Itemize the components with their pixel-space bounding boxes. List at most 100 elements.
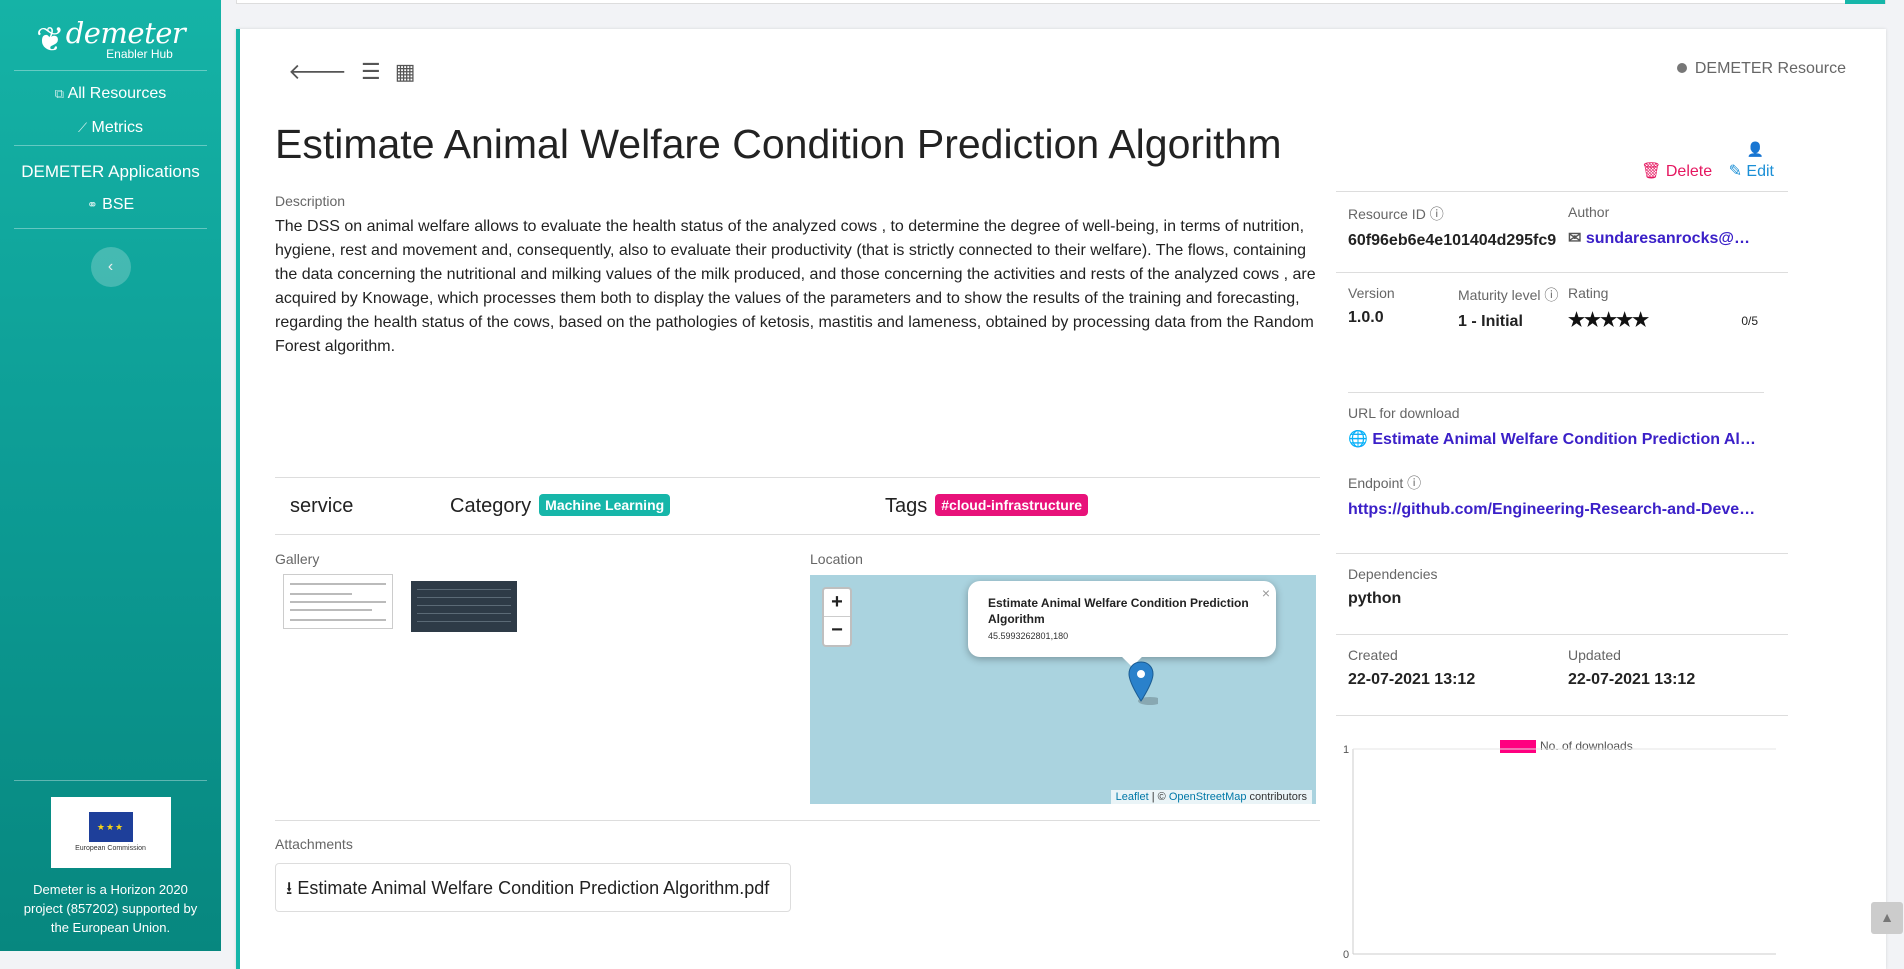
divider [275,820,1320,821]
updated-value: 22-07-2021 13:12 [1568,671,1696,688]
zoom-out-button[interactable]: − [824,617,850,645]
sidebar: ❦ demeter Enabler Hub ⧉ All Resources ⟋ … [0,0,221,951]
resource-card: 🡐 ☰ ▦ DEMETER Resource Estimate Animal W… [236,29,1886,969]
downloads-chart: 1 0 [1343,744,1776,959]
gallery-thumbnail[interactable] [411,581,517,632]
chart-line-icon: ⟋ [77,120,88,135]
resource-actions: 🗑 Delete ✎ Edit [1641,161,1774,181]
author-label: Author [1568,204,1610,220]
user-icon: 👤 [1746,141,1764,157]
version-label: Version [1348,285,1395,301]
plus-circle-icon [1676,63,1687,73]
location-map[interactable]: + − Estimate Animal Welfare Condition Pr… [810,575,1316,804]
rating-text: 0/5 [1741,313,1758,328]
eu-flag-icon: ★★★ [88,812,133,842]
maturity-value: 1 - Initial [1458,313,1523,330]
attribution-suffix: contributors [1246,791,1307,803]
view-toolbar: 🡐 ☰ ▦ [288,59,416,85]
attachment-name: Estimate Animal Welfare Condition Predic… [297,878,770,898]
top-accent [1845,0,1885,4]
info-icon: ⓘ [1429,206,1444,222]
popup-coordinates: 45.5993262801,180 [988,631,1069,641]
map-marker-icon[interactable] [1128,661,1158,707]
section-dates: Created 22-07-2021 13:12 Updated 22-07-2… [1336,634,1788,715]
author-field: Author ✉ sundaresanrocks@gmail.com [1568,204,1758,248]
rating-value: ★★★★★ 0/5 [1568,309,1778,332]
sidebar-item-label: All Resources [67,85,167,102]
list-view-icon[interactable]: ☰ [361,59,381,85]
sidebar-footer: ★★★ European Commission Demeter is a Hor… [0,780,221,951]
resource-kind: service [290,494,354,517]
eu-logo-text: European Commission [75,845,146,852]
meta-bar: service Category Machine Learning Tags #cl… [275,477,1320,535]
delete-button[interactable]: 🗑 Delete [1641,163,1712,180]
sidebar-item-all-resources[interactable]: ⧉ All Resources [0,77,221,111]
demeter-logo[interactable]: ❦ demeter Enabler Hub [0,0,221,70]
chevron-up-icon: ▲ [1880,909,1894,925]
trash-icon: 🗑 [1641,163,1662,180]
sidebar-item-metrics[interactable]: ⟋ Metrics [0,111,221,145]
popup-close-button[interactable]: × [1262,585,1270,601]
rating-field: Rating ★★★★★ 0/5 [1568,285,1778,332]
sidebar-section-title: DEMETER Applications [21,162,200,181]
edit-label: Edit [1746,163,1774,180]
resource-id-label: Resource ID ⓘ [1348,206,1444,222]
scroll-to-top-button[interactable]: ▲ [1871,902,1903,934]
section-dependencies: Dependencies python [1336,553,1788,634]
section-url: URL for download 🌐 Estimate Animal Welfa… [1348,392,1764,473]
globe-icon: 🌐 [1348,431,1368,448]
updated-label: Updated [1568,647,1621,663]
rating-label: Rating [1568,285,1609,301]
edit-button[interactable]: ✎ Edit [1729,163,1774,180]
download-url-text: Estimate Animal Welfare Condition Predic… [1372,431,1764,448]
author-email-link[interactable]: ✉ sundaresanrocks@gmail.com [1568,228,1758,248]
url-field: URL for download 🌐 Estimate Animal Welfa… [1348,405,1764,449]
osm-link[interactable]: OpenStreetMap [1169,791,1247,803]
dependencies-value: python [1348,590,1402,607]
map-popup: Estimate Animal Welfare Condition Predic… [968,581,1276,657]
divider [1336,715,1788,716]
grid-view-icon[interactable]: ▦ [395,59,416,85]
zoom-in-button[interactable]: + [824,589,850,617]
gallery-label: Gallery [275,551,320,567]
category-badge[interactable]: Machine Learning [539,494,671,516]
created-label: Created [1348,647,1398,663]
collapse-sidebar-button[interactable]: ‹ [90,247,131,287]
tag-badge[interactable]: #cloud-infrastructure [935,494,1089,516]
download-url-link[interactable]: 🌐 Estimate Animal Welfare Condition Pred… [1348,429,1764,449]
back-arrow-icon[interactable]: 🡐 [288,59,347,85]
link-icon: ⚭ [86,197,98,212]
divider [14,228,207,229]
created-field: Created 22-07-2021 13:12 [1348,647,1558,689]
map-attribution: Leaflet | © OpenStreetMap contributors [1110,790,1312,804]
gallery-thumbnail[interactable] [283,574,393,629]
rating-stars[interactable]: ★★★★★ [1568,309,1649,332]
download-icon: ⭳ [286,878,293,898]
resource-type-label: DEMETER Resource [1694,60,1846,77]
info-icon: ⓘ [1407,475,1422,491]
delete-label: Delete [1665,163,1713,180]
page-title: Estimate Animal Welfare Condition Predic… [275,121,1282,167]
top-search-bar [236,0,1886,4]
created-value: 22-07-2021 13:12 [1348,671,1476,688]
leaflet-link[interactable]: Leaflet [1116,791,1149,803]
category-block: Category Machine Learning [450,494,885,518]
sidebar-item-label: Metrics [91,119,144,136]
tags-block: Tags #cloud-infrastructure [885,494,1089,518]
sidebar-item-bse[interactable]: ⚭ BSE [0,196,221,222]
resource-type: DEMETER Resource [1676,60,1846,78]
attachment-download-button[interactable]: ⭳ Estimate Animal Welfare Condition Pred… [275,863,791,912]
eu-logo: ★★★ European Commission [50,797,171,868]
divider [14,780,207,781]
zoom-control: + − [822,587,852,647]
dependencies-label: Dependencies [1348,566,1438,582]
maturity-label: Maturity level ⓘ [1458,287,1559,303]
resource-id-value: 60f96eb6e4e101404d295fc9 [1348,232,1557,249]
maturity-field: Maturity level ⓘ 1 - Initial [1458,285,1563,331]
endpoint-link[interactable]: https://github.com/Engineering-Research-… [1348,501,1758,519]
footer-text: Demeter is a Horizon 2020 project (85720… [23,882,198,935]
attachments-label: Attachments [275,836,353,852]
updated-field: Updated 22-07-2021 13:12 [1568,647,1778,689]
location-label: Location [810,551,863,567]
tags-label: Tags [885,495,928,517]
